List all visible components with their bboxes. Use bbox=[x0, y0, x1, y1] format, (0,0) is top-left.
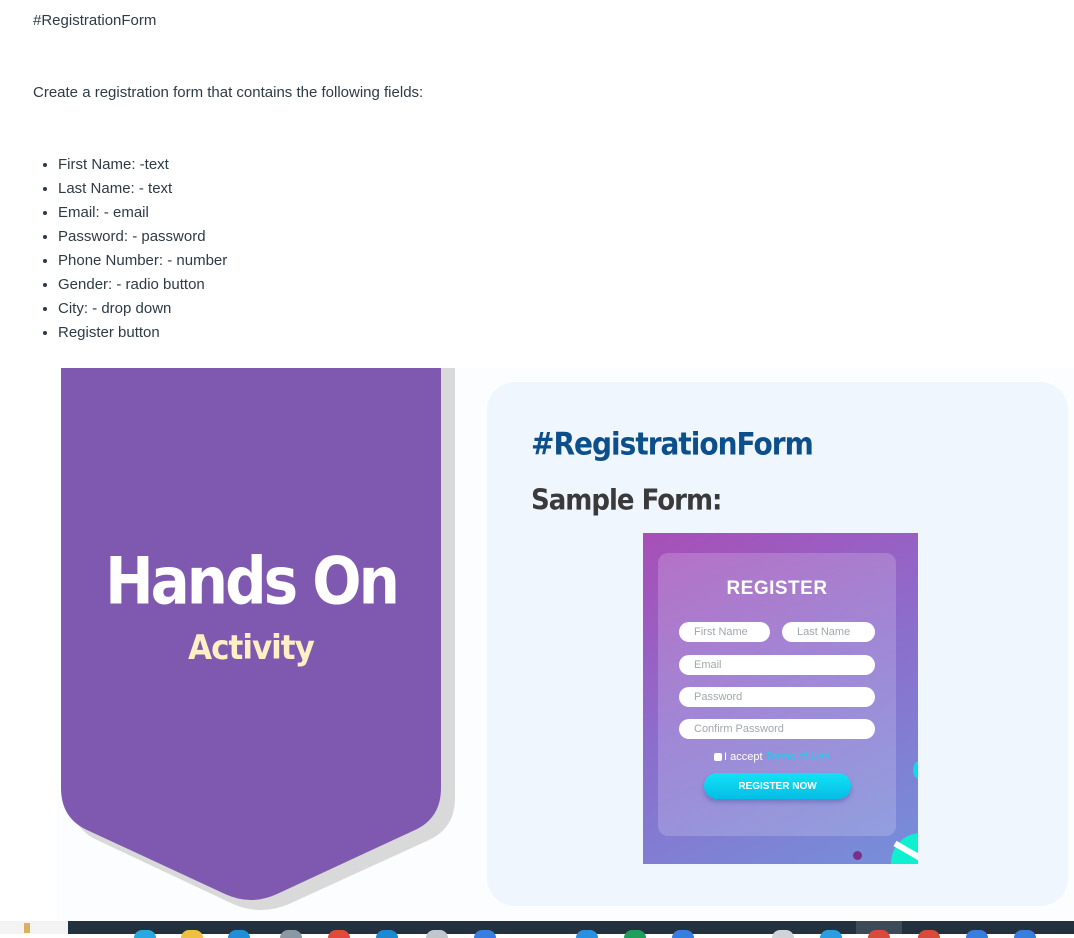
browser-icon[interactable] bbox=[134, 930, 156, 938]
taskbar bbox=[0, 921, 1074, 938]
chrome-icon[interactable] bbox=[966, 930, 988, 938]
card-heading: #RegistrationForm bbox=[531, 426, 814, 463]
store-icon[interactable] bbox=[376, 930, 398, 938]
list-item: City: - drop down bbox=[58, 297, 227, 321]
register-now-button[interactable]: REGISTER NOW bbox=[704, 773, 851, 799]
list-item: Last Name: - text bbox=[58, 177, 227, 201]
decor-shape bbox=[913, 761, 918, 779]
notes-icon[interactable] bbox=[772, 930, 794, 938]
email-field[interactable] bbox=[679, 655, 875, 675]
calendar-icon[interactable] bbox=[576, 930, 598, 938]
post-hashtag: #RegistrationForm bbox=[33, 12, 157, 29]
chrome-icon[interactable] bbox=[474, 930, 496, 938]
confirm-password-field[interactable] bbox=[679, 719, 875, 739]
requirements-list: First Name: -text Last Name: - text Emai… bbox=[38, 153, 227, 345]
list-item: First Name: -text bbox=[58, 153, 227, 177]
vscode-icon[interactable] bbox=[820, 930, 842, 938]
mail-icon[interactable] bbox=[426, 930, 448, 938]
edge-icon[interactable] bbox=[228, 930, 250, 938]
terms-row: I accept Terms of Use bbox=[714, 751, 830, 763]
taskbar-app-strip bbox=[68, 921, 1074, 938]
banner-title: Hands On bbox=[105, 542, 400, 620]
chrome-icon[interactable] bbox=[918, 930, 940, 938]
files-icon[interactable] bbox=[181, 930, 203, 938]
accept-label: I accept bbox=[724, 751, 763, 763]
sample-form-image: REGISTER I accept Terms of Use REGISTER … bbox=[643, 533, 918, 864]
chrome-icon[interactable] bbox=[868, 930, 890, 938]
banner-subtitle: Activity bbox=[188, 628, 315, 668]
last-name-field[interactable] bbox=[782, 622, 875, 642]
assignment-intro: Create a registration form that contains… bbox=[33, 84, 424, 101]
decor-dot bbox=[853, 851, 862, 860]
list-item: Phone Number: - number bbox=[58, 249, 227, 273]
list-item: Email: - email bbox=[58, 201, 227, 225]
sample-card: #RegistrationForm Sample Form: REGISTER … bbox=[487, 382, 1068, 906]
list-item: Gender: - radio button bbox=[58, 273, 227, 297]
start-icon[interactable] bbox=[24, 923, 30, 933]
app-icon[interactable] bbox=[280, 930, 302, 938]
excel-icon[interactable] bbox=[624, 930, 646, 938]
sample-form-title: REGISTER bbox=[726, 578, 828, 599]
hands-on-activity-graphic: Hands On Activity #RegistrationForm Samp… bbox=[57, 368, 1074, 920]
chrome-icon[interactable] bbox=[328, 930, 350, 938]
terms-checkbox[interactable] bbox=[714, 753, 722, 761]
chrome-icon[interactable] bbox=[1014, 930, 1036, 938]
sample-form-panel: REGISTER I accept Terms of Use REGISTER … bbox=[658, 553, 896, 836]
chrome-icon[interactable] bbox=[672, 930, 694, 938]
terms-link[interactable]: Terms of Use bbox=[765, 751, 830, 763]
list-item: Password: - password bbox=[58, 225, 227, 249]
list-item: Register button bbox=[58, 321, 227, 345]
first-name-field[interactable] bbox=[679, 622, 770, 642]
password-field[interactable] bbox=[679, 687, 875, 707]
card-subheading: Sample Form: bbox=[531, 484, 722, 517]
